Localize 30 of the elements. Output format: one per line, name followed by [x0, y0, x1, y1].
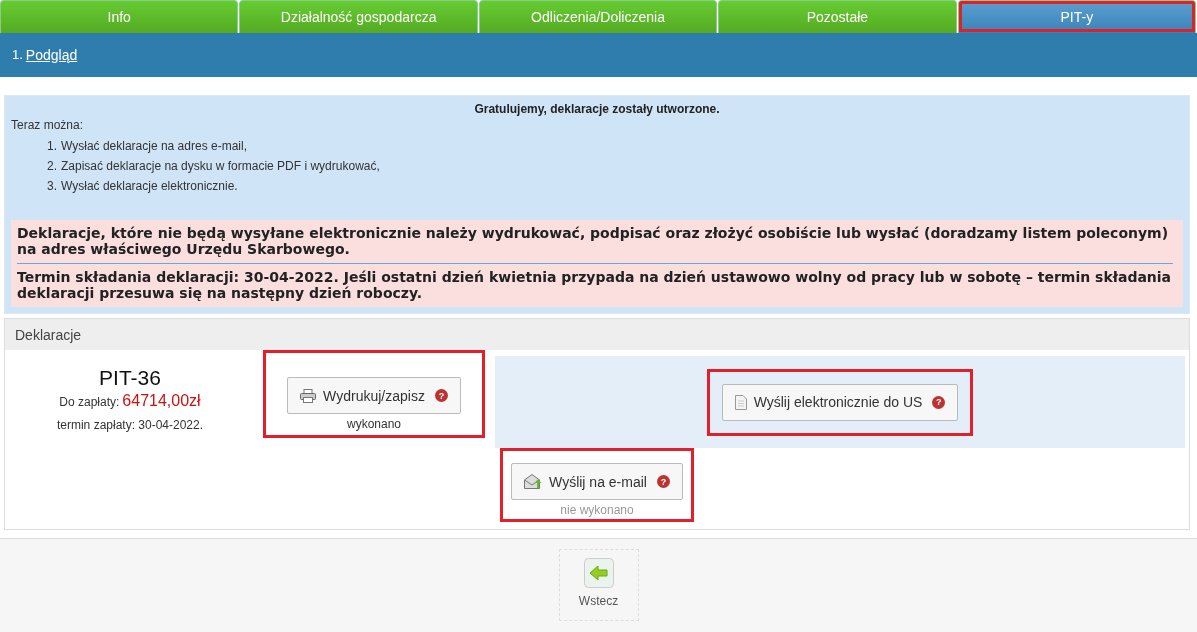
warning-text: Termin składania deklaracji: 30-04-2022. Jeśli ostatni dzień kwietnia przypada na dzień ustawowo wolny od pracy lub w sobotę – termin składania deklaracji przesuwa się na następny dzień roboczy.	[17, 269, 1173, 301]
document-icon	[734, 394, 747, 410]
help-icon[interactable]: ?	[434, 389, 448, 402]
form-name: PIT-36	[99, 366, 161, 390]
list-number: 1.	[47, 139, 57, 153]
help-icon[interactable]: ?	[932, 395, 946, 409]
step-number: 1.	[12, 47, 23, 63]
back-button[interactable]: Wstecz	[558, 549, 639, 621]
print-button[interactable]: Wydrukuj/zapisz ?	[287, 377, 461, 414]
list-item-text: Zapisać deklaracje na dysku w formacie PDF i wydrukować,	[61, 159, 380, 173]
amount-value: 64714,00zł	[122, 392, 201, 410]
info-title: Gratulujemy, deklaracje zostały utworzone.	[473, 102, 721, 116]
info-intro: Teraz można:	[11, 118, 85, 132]
due-date: termin zapłaty: 30-04-2022.	[56, 418, 204, 432]
list-number: 3.	[47, 179, 57, 193]
email-button[interactable]: Wyślij na e-mail ?	[511, 463, 683, 500]
amount-label: Do zapłaty:	[59, 395, 120, 409]
list-item-text: Wysłać deklaracje elektronicznie.	[61, 179, 238, 193]
envelope-icon	[524, 474, 543, 489]
action-status: wykonano	[346, 417, 401, 431]
list-item-text: Wysłać deklaracje na adres e-mail,	[61, 139, 247, 153]
help-icon[interactable]: ?	[656, 475, 670, 488]
warning-text: Deklaracje, które nie będą wysyłane elektronicznie należy wydrukować, podpisać oraz złożyć osobiście lub wysłać (doradzamy listem poleconym) na adres właściwego Urzędu Skarbowego.	[17, 225, 1170, 257]
nav-tab[interactable]: PIT-y	[957, 0, 1197, 33]
action-status: nie wykonano	[560, 503, 634, 517]
panel-header: Deklaracje	[5, 319, 1189, 350]
list-number: 2.	[47, 159, 57, 173]
e-file-button[interactable]: Wyślij elektronicznie do US ?	[721, 383, 959, 421]
printer-icon	[300, 388, 317, 403]
step-link[interactable]: Podgląd	[25, 47, 78, 63]
